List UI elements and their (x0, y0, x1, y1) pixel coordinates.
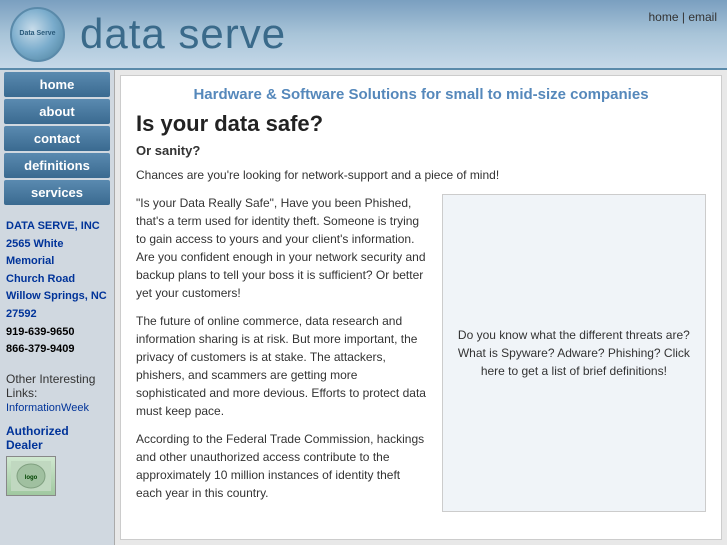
nav-services[interactable]: services (4, 180, 110, 205)
dealer-logo: logo (6, 456, 56, 496)
other-links-label: Other Interesting Links: (6, 372, 108, 400)
authorized-dealer-section: Authorized Dealer logo (0, 419, 114, 501)
main-content: Hardware & Software Solutions for small … (120, 75, 722, 540)
nav-home[interactable]: home (4, 72, 110, 97)
left-column: "Is your Data Really Safe", Have you bee… (136, 194, 427, 512)
site-title: data serve (80, 10, 286, 58)
content-headline: Hardware & Software Solutions for small … (136, 86, 706, 103)
other-links-section: Other Interesting Links: InformationWeek (0, 367, 114, 419)
email-link[interactable]: email (688, 10, 717, 24)
para1: Chances are you're looking for network-s… (136, 166, 706, 184)
nav-definitions[interactable]: definitions (4, 153, 110, 178)
informationweek-link[interactable]: InformationWeek (6, 402, 89, 414)
address-line3: Willow Springs, NC (6, 288, 108, 306)
main-title: Is your data safe? (136, 111, 706, 137)
phone2: 866-379-9409 (6, 341, 108, 359)
authorized-dealer-label: Authorized Dealer (6, 424, 108, 452)
para3: The future of online commerce, data rese… (136, 312, 427, 420)
phone1: 919-639-9650 (6, 324, 108, 342)
svg-text:logo: logo (25, 475, 38, 481)
para2: "Is your Data Really Safe", Have you bee… (136, 194, 427, 302)
right-column-box: Do you know what the different threats a… (442, 194, 706, 512)
address-line4: 27592 (6, 306, 108, 324)
sidebar: home about contact definitions services … (0, 70, 115, 545)
company-name: DATA SERVE, INC (6, 218, 108, 236)
sub-title: Or sanity? (136, 143, 706, 158)
sidebar-box-text: Do you know what the different threats a… (453, 326, 695, 380)
address-line2: Church Road (6, 271, 108, 289)
header-links: home | email (648, 10, 717, 24)
two-column-layout: "Is your Data Really Safe", Have you bee… (136, 194, 706, 512)
header: Data Serve data serve home | email (0, 0, 727, 70)
address-block: DATA SERVE, INC 2565 White Memorial Chur… (0, 210, 114, 367)
logo: Data Serve (10, 7, 65, 62)
nav-contact[interactable]: contact (4, 126, 110, 151)
nav-about[interactable]: about (4, 99, 110, 124)
logo-text: Data Serve (19, 30, 55, 38)
para4: According to the Federal Trade Commissio… (136, 430, 427, 502)
main-layout: home about contact definitions services … (0, 70, 727, 545)
address-line1: 2565 White Memorial (6, 236, 108, 271)
home-link[interactable]: home (648, 10, 678, 24)
